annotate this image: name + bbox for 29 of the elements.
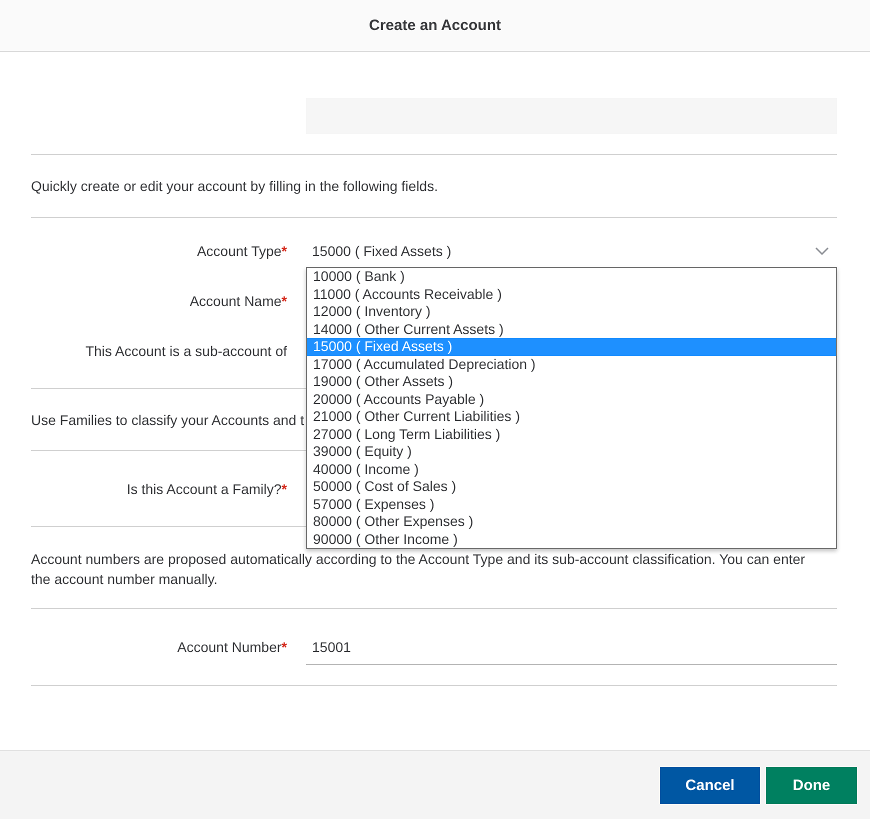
- families-text: Use Families to classify your Accounts and t: [31, 411, 304, 430]
- dropdown-option[interactable]: 14000 ( Other Current Assets ): [307, 320, 836, 338]
- dropdown-option[interactable]: 27000 ( Long Term Liabilities ): [307, 426, 836, 443]
- intro-text: Quickly create or edit your account by filling in the following fields.: [31, 177, 439, 196]
- account-number-input[interactable]: 15001: [306, 630, 837, 664]
- field-label: Account Number*: [176, 639, 287, 655]
- dropdown-option[interactable]: 17000 ( Accumulated Depreciation ): [307, 356, 836, 373]
- dropdown-option[interactable]: 19000 ( Other Assets ): [307, 373, 836, 390]
- dropdown-option[interactable]: 10000 ( Bank ): [307, 268, 836, 286]
- dropdown-option[interactable]: 40000 ( Income ): [307, 460, 836, 478]
- dropdown-option[interactable]: 12000 ( Inventory ): [307, 303, 836, 320]
- field-label: This Account is a sub-account of: [84, 343, 287, 359]
- dropdown-option[interactable]: 21000 ( Other Current Liabilities ): [307, 408, 836, 426]
- chevron-down-icon: [815, 247, 829, 255]
- button-primary[interactable]: Done: [766, 766, 857, 804]
- dropdown-option[interactable]: 90000 ( Other Income ): [307, 530, 836, 548]
- account-number-help-text: Account numbers are proposed automatically according to the Account Type and its sub-account classification. You can enter the account number manually.: [31, 550, 806, 589]
- field-label: Is this Account a Family?*: [126, 480, 287, 496]
- dropdown-option[interactable]: 80000 ( Other Expenses ): [307, 513, 836, 530]
- field-label: Account Name*: [188, 293, 287, 309]
- dropdown-option[interactable]: 39000 ( Equity ): [307, 443, 836, 460]
- dialog-title: Create an Account: [369, 17, 501, 34]
- dropdown-option[interactable]: 50000 ( Cost of Sales ): [307, 478, 836, 496]
- button-secondary[interactable]: Cancel: [660, 766, 760, 804]
- field-label: Account Type*: [196, 243, 287, 259]
- dropdown-option[interactable]: 57000 ( Expenses ): [307, 496, 836, 513]
- dropdown-option[interactable]: 11000 ( Accounts Receivable ): [307, 286, 836, 303]
- account-type-dropdown[interactable]: 15000 ( Fixed Assets ): [306, 234, 837, 268]
- dropdown-option[interactable]: 20000 ( Accounts Payable ): [307, 390, 836, 408]
